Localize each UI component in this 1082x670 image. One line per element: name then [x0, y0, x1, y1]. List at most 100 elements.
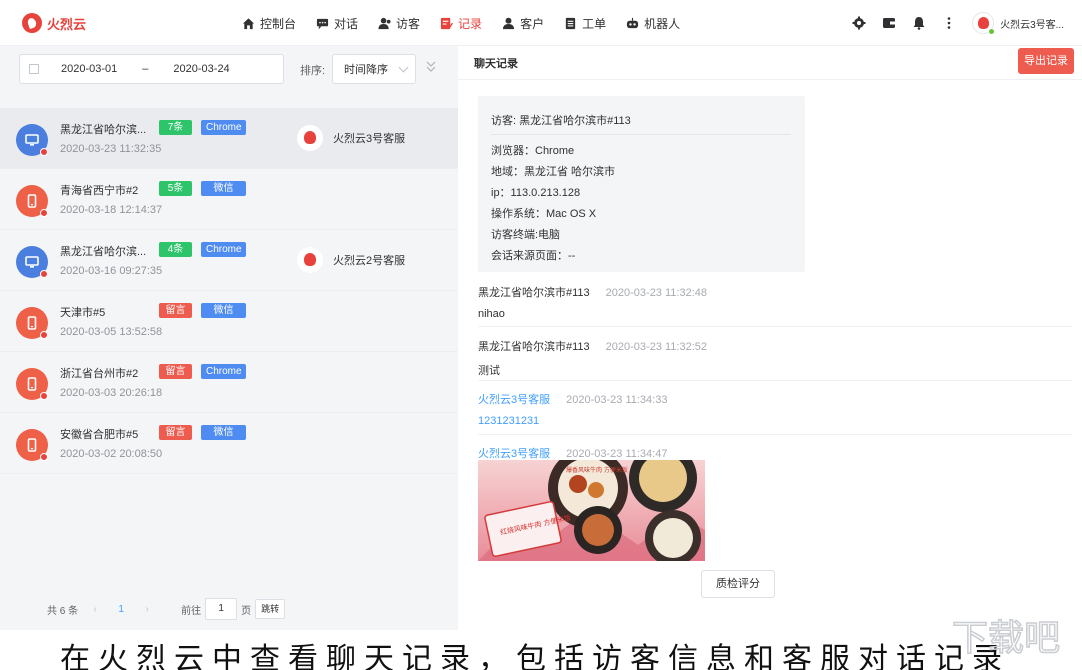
nav-item-customer[interactable]: 客户: [502, 15, 544, 32]
message-sender: 黑龙江省哈尔滨市#113: [478, 341, 590, 353]
leave-message-badge: 留言: [159, 425, 192, 440]
next-page-button[interactable]: ›: [140, 604, 154, 615]
nav-label: 控制台: [260, 16, 297, 31]
session-item[interactable]: 黑龙江省哈尔滨... 4条 Chrome 2020-03-16 09:27:35…: [0, 230, 458, 291]
nav-label: 客户: [520, 16, 545, 31]
pagination-total: 共 6 条: [47, 605, 79, 617]
session-visitor-name: 青海省西宁市#2: [60, 185, 139, 197]
wallet-icon[interactable]: [882, 16, 896, 30]
session-item[interactable]: 浙江省台州市#2 留言 Chrome 2020-03-03 20:26:18: [0, 352, 458, 413]
session-item[interactable]: 天津市#5 留言 微信 2020-03-05 13:52:58: [0, 291, 458, 352]
channel-badge: 微信: [201, 181, 246, 196]
unread-dot: [40, 331, 48, 339]
chat-message: 火烈云3号客服 2020-03-23 11:34:47: [478, 445, 1072, 461]
agent-avatar: [297, 247, 323, 273]
nav-item-console[interactable]: 控制台: [242, 15, 296, 32]
flame-logo-icon: [22, 13, 42, 33]
leave-message-badge: 留言: [159, 303, 192, 318]
desktop-device-icon: [16, 124, 48, 156]
nav-item-robot[interactable]: 机器人: [626, 15, 680, 32]
sort-label: 排序:: [300, 65, 326, 77]
message-sender: 黑龙江省哈尔滨市#113: [478, 287, 590, 299]
message-time: 2020-03-23 11:32:48: [605, 287, 707, 299]
brand-logo[interactable]: 火烈云: [22, 13, 86, 33]
session-time: 2020-03-18 12:14:37: [60, 204, 163, 216]
user-name: 火烈云3号客...: [1000, 19, 1064, 31]
unread-dot: [40, 209, 48, 217]
chat-image-attachment[interactable]: 红烧风味牛肉 方便米饭 爆香风味牛肉 方便米饭: [478, 460, 705, 561]
svg-text:下载吧: 下载吧: [952, 618, 1060, 659]
nav-label: 对话: [334, 16, 359, 31]
date-range-picker[interactable]: 2020-03-01 – 2020-03-24: [19, 54, 284, 84]
jump-button[interactable]: 跳转: [255, 599, 286, 619]
divider: [478, 326, 1072, 327]
settings-gear-icon[interactable]: [852, 16, 866, 30]
caption-text: 在火烈云中查看聊天记录，包括访客信息和客服对话记录: [60, 642, 1010, 670]
quality-check-score-button[interactable]: 质检评分: [701, 570, 775, 598]
panel-title: 聊天记录: [474, 58, 518, 70]
filter-bar: 2020-03-01 – 2020-03-24 排序: 时间降序: [0, 46, 458, 108]
message-header: 火烈云3号客服 2020-03-23 11:34:47: [478, 445, 1072, 461]
unread-dot: [40, 270, 48, 278]
nav-label: 记录: [458, 16, 483, 31]
session-item[interactable]: 黑龙江省哈尔滨... 7条 Chrome 2020-03-23 11:32:35…: [0, 108, 458, 169]
divider: [491, 134, 791, 135]
message-count-badge: 4条: [159, 242, 192, 257]
visitor-source-page: 会话来源页面：--: [491, 250, 576, 262]
session-list: 黑龙江省哈尔滨... 7条 Chrome 2020-03-23 11:32:35…: [0, 108, 458, 474]
session-item[interactable]: 安徽省合肥市#5 留言 微信 2020-03-02 20:08:50: [0, 413, 458, 474]
message-text: 1231231231: [478, 415, 540, 427]
message-sender: 火烈云3号客服: [478, 394, 551, 406]
main-nav: 控制台 对话 访客 记录 客户 工单 机器人: [242, 0, 700, 46]
nav-item-conversation[interactable]: 对话: [316, 15, 358, 32]
session-time: 2020-03-16 09:27:35: [60, 265, 163, 277]
ticket-icon: [564, 17, 577, 30]
session-visitor-name: 天津市#5: [60, 307, 106, 319]
desktop-device-icon: [16, 246, 48, 278]
visitor-browser: 浏览器：Chrome: [491, 145, 575, 157]
session-time: 2020-03-02 20:08:50: [60, 448, 163, 460]
message-sender: 火烈云3号客服: [478, 448, 551, 460]
chat-record-panel: 聊天记录 导出记录 访客: 黑龙江省哈尔滨市#113 浏览器：Chrome 地域…: [458, 46, 1082, 630]
sort-select[interactable]: 时间降序: [332, 54, 416, 84]
message-text: 测试: [478, 365, 500, 377]
message-time: 2020-03-23 11:34:47: [566, 448, 668, 460]
export-records-button[interactable]: 导出记录: [1018, 48, 1074, 74]
channel-badge: 微信: [201, 425, 246, 440]
more-vertical-icon[interactable]: [942, 16, 956, 30]
sort-value: 时间降序: [344, 64, 388, 76]
site-watermark-logo: 下载吧: [951, 617, 1061, 660]
agent-avatar: [297, 125, 323, 151]
nav-item-visitor[interactable]: 访客: [378, 15, 420, 32]
session-time: 2020-03-03 20:26:18: [60, 387, 163, 399]
double-chevron-down-icon[interactable]: [425, 60, 437, 74]
user-menu[interactable]: 火烈云3号客...: [972, 12, 1064, 35]
agent-name: 火烈云2号客服: [333, 255, 406, 267]
brand-name: 火烈云: [47, 16, 87, 32]
robot-icon: [626, 17, 639, 30]
assigned-agent: 火烈云2号客服: [297, 247, 405, 273]
nav-item-records[interactable]: 记录: [440, 15, 482, 32]
page-unit-label: 页: [241, 605, 252, 617]
mobile-device-icon: [16, 368, 48, 400]
visitor-terminal: 访客终端:电脑: [491, 229, 561, 241]
agent-name: 火烈云3号客服: [333, 133, 406, 145]
online-status-dot: [988, 28, 996, 35]
nav-item-ticket[interactable]: 工单: [564, 15, 606, 32]
mobile-device-icon: [16, 307, 48, 339]
session-visitor-name: 浙江省台州市#2: [60, 368, 139, 380]
top-navigation-bar: 火烈云 控制台 对话 访客 记录 客户 工单 机器人 火烈云3号客...: [0, 0, 1082, 46]
unread-dot: [40, 148, 48, 156]
end-date[interactable]: 2020-03-24: [173, 63, 229, 75]
page-number-1[interactable]: 1: [114, 604, 128, 615]
visitor-info-card: 访客: 黑龙江省哈尔滨市#113 浏览器：Chrome 地域：黑龙江省 哈尔滨市…: [478, 96, 805, 272]
session-item[interactable]: 青海省西宁市#2 5条 微信 2020-03-18 12:14:37: [0, 169, 458, 230]
bell-icon[interactable]: [912, 16, 926, 30]
session-visitor-name: 黑龙江省哈尔滨...: [60, 246, 147, 258]
message-count-badge: 7条: [159, 120, 192, 135]
channel-badge: 微信: [201, 303, 246, 318]
start-date[interactable]: 2020-03-01: [61, 63, 117, 75]
unread-dot: [40, 392, 48, 400]
prev-page-button[interactable]: ‹: [88, 604, 102, 615]
goto-page-input[interactable]: 1: [205, 598, 238, 620]
